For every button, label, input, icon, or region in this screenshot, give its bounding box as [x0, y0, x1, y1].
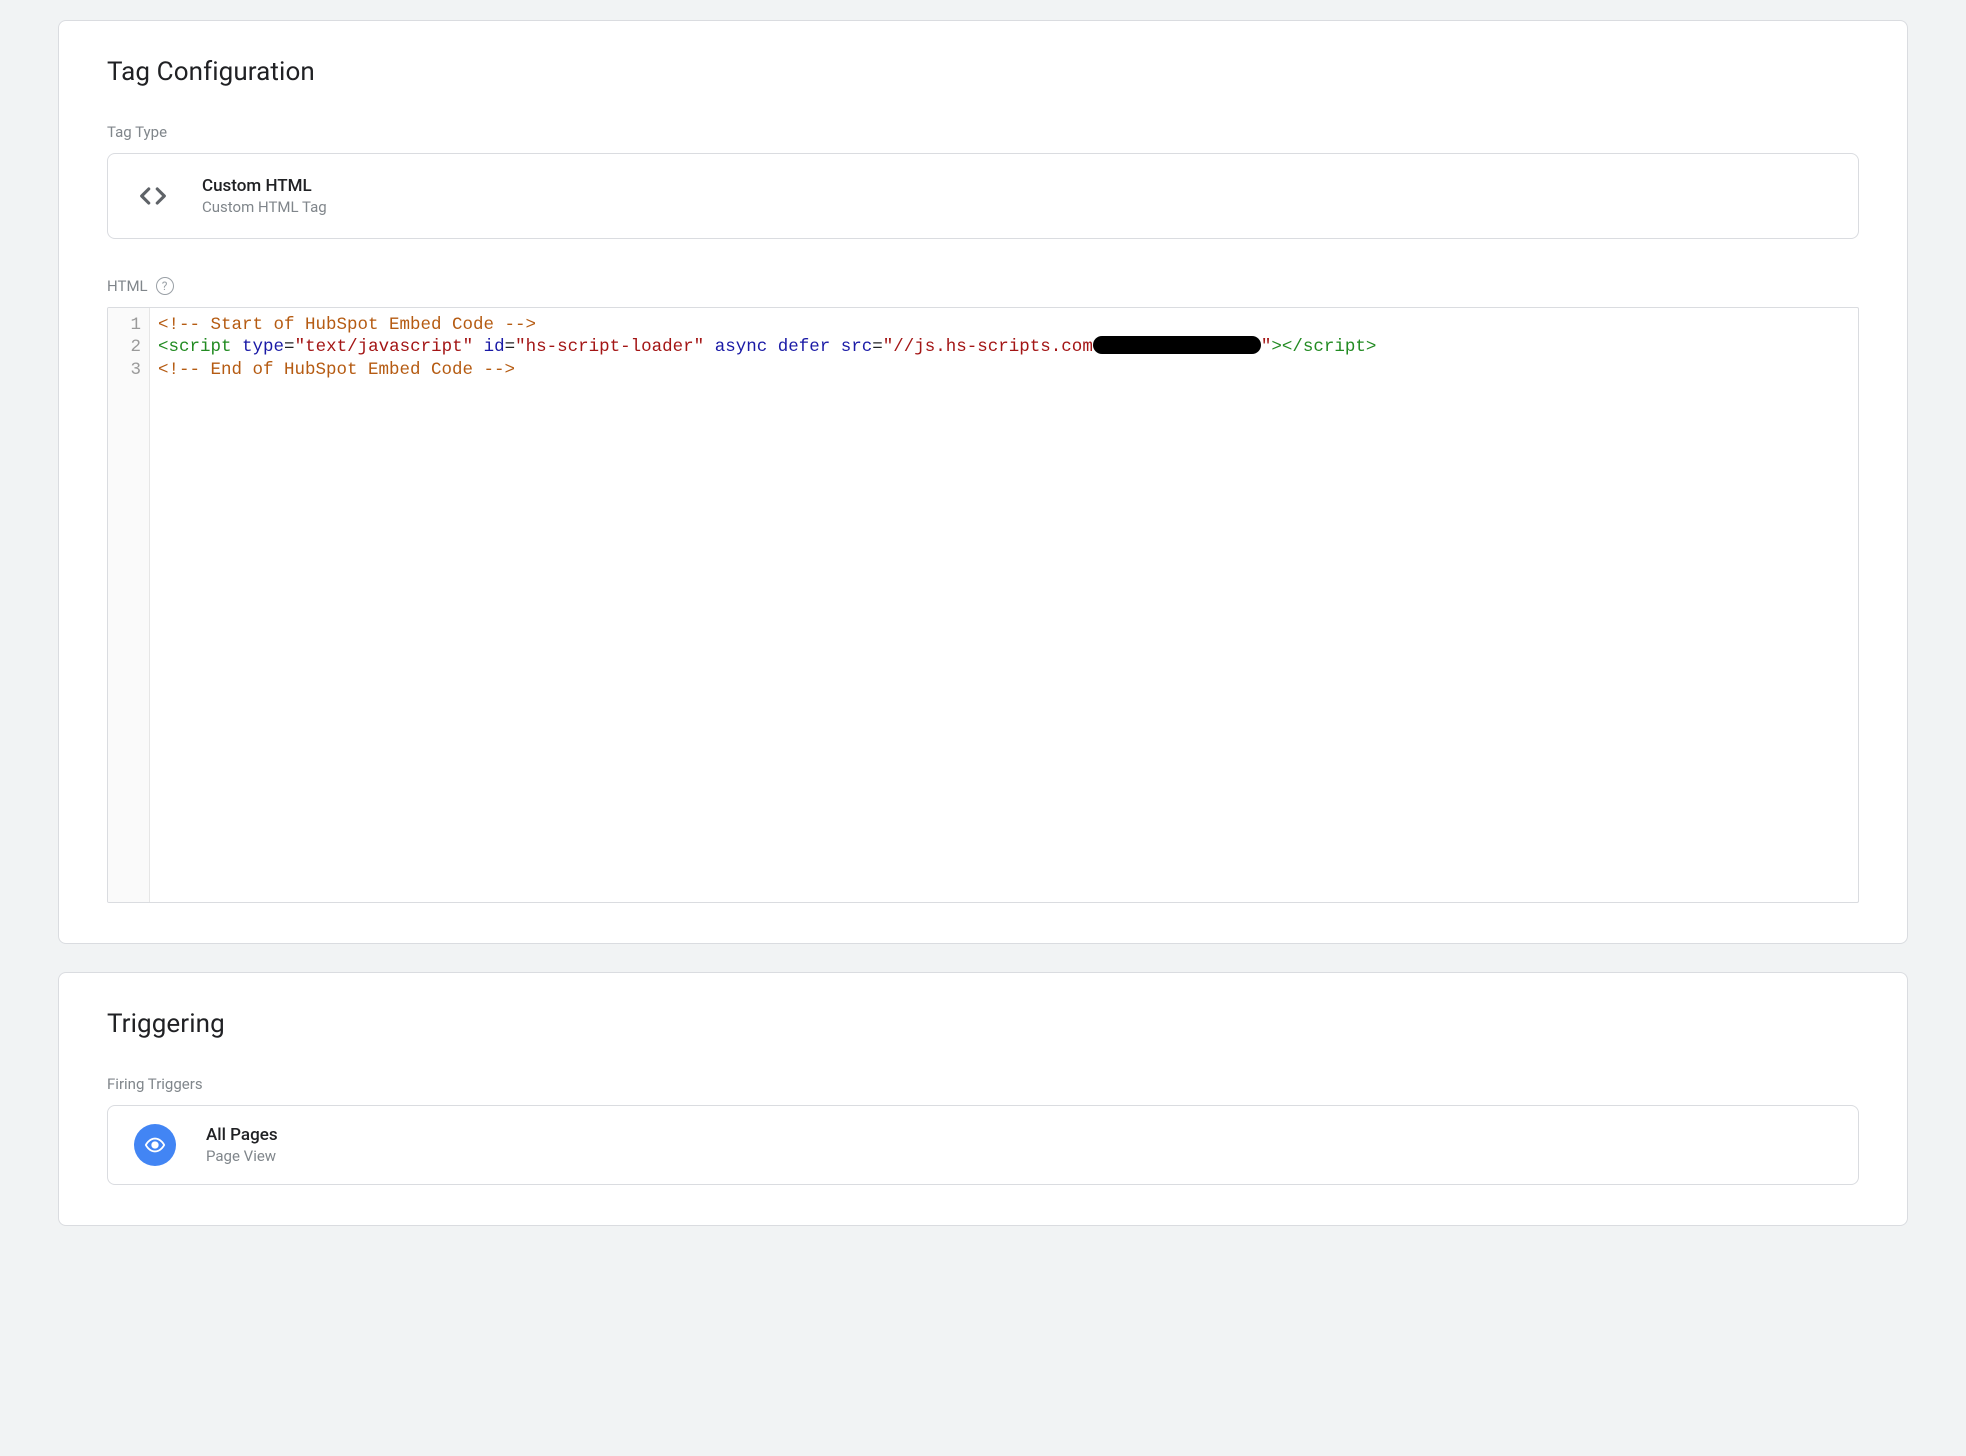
firing-triggers-label: Firing Triggers — [107, 1075, 1859, 1093]
code-comment: <!-- Start of HubSpot Embed Code --> — [158, 315, 536, 335]
code-string: "text/javascript" — [295, 337, 474, 357]
tag-type-subtitle: Custom HTML Tag — [202, 198, 327, 216]
html-field-label: HTML ? — [107, 277, 1859, 295]
triggering-card: Triggering Firing Triggers All Pages Pag… — [58, 972, 1908, 1226]
code-string: "//js.hs-scripts.com — [883, 337, 1093, 357]
code-tag-close: ></script> — [1271, 337, 1376, 357]
code-attr: id — [484, 337, 505, 357]
gutter-line: 1 — [120, 314, 141, 336]
tag-type-selector[interactable]: Custom HTML Custom HTML Tag — [107, 153, 1859, 239]
redacted-block — [1093, 336, 1261, 354]
pageview-icon — [134, 1124, 176, 1166]
code-comment: <!-- End of HubSpot Embed Code --> — [158, 360, 515, 380]
trigger-subtitle: Page View — [206, 1147, 278, 1165]
gutter-line: 3 — [120, 359, 141, 404]
code-string: " — [1261, 337, 1272, 357]
code-tag-open: <script — [158, 337, 232, 357]
tag-type-label: Tag Type — [107, 123, 1859, 141]
html-code-editor[interactable]: 1 2 3 <!-- Start of HubSpot Embed Code -… — [107, 307, 1859, 903]
triggering-heading: Triggering — [107, 1009, 1859, 1039]
code-string: "hs-script-loader" — [515, 337, 704, 357]
code-attr: defer — [778, 337, 831, 357]
code-area[interactable]: <!-- Start of HubSpot Embed Code --> <sc… — [150, 308, 1858, 902]
tag-configuration-heading: Tag Configuration — [107, 57, 1859, 87]
firing-trigger-row[interactable]: All Pages Page View — [107, 1105, 1859, 1185]
help-icon[interactable]: ? — [156, 277, 174, 295]
trigger-title: All Pages — [206, 1125, 278, 1145]
gutter-line: 2 — [120, 336, 141, 358]
code-attr: async — [715, 337, 768, 357]
tag-configuration-card: Tag Configuration Tag Type Custom HTML C… — [58, 20, 1908, 944]
code-icon — [134, 177, 172, 215]
code-gutter: 1 2 3 — [108, 308, 150, 902]
code-attr: src — [841, 337, 873, 357]
code-attr: type — [242, 337, 284, 357]
html-label-text: HTML — [107, 277, 148, 295]
tag-type-title: Custom HTML — [202, 176, 327, 196]
